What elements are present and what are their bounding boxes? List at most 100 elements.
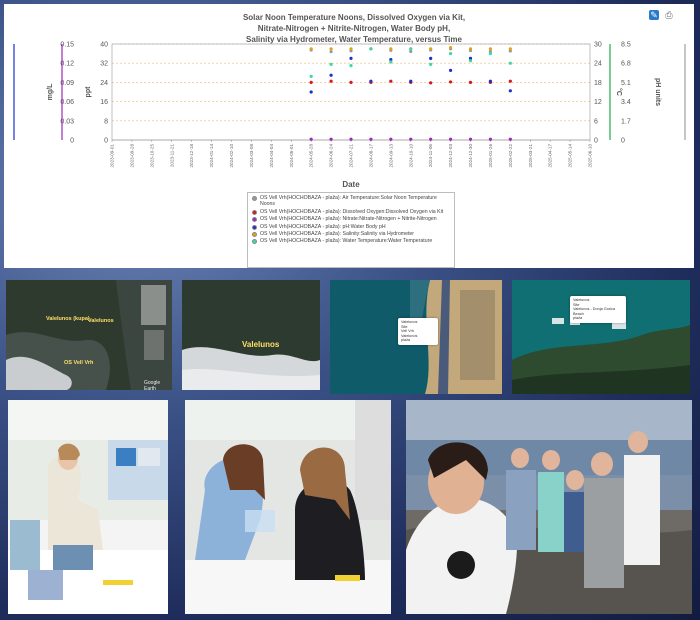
x-tick-label: 2024-12-03 [448,144,453,168]
data-point [448,68,453,72]
x-tick-label: 2024-04-04 [269,144,274,168]
axis-label: mg/L [47,83,54,100]
legend-label: OS Vell Vrh(HOCHOBAZA - plaža): Water Te… [260,238,433,245]
map-satellite-2[interactable]: Valelunos [182,280,320,390]
data-point [448,46,453,50]
legend-marker-icon [252,209,257,215]
x-tick-label: 2024-02-10 [229,144,234,168]
data-point [429,137,433,141]
axis-tick-label: 18 [594,80,602,87]
axis-label: pH units [654,78,661,106]
legend-label: OS Vell Vrh(HOCHOBAZA - plaža): Dissolve… [260,208,444,215]
data-point [389,137,393,141]
data-point [309,137,313,141]
data-point [429,81,433,85]
legend-label: OS Vell Vrh(HOCHOBAZA - plaža): pH:Water… [260,223,386,230]
legend-marker-icon [252,224,257,230]
map-popup[interactable]: Valelunos Site Valelunos - Donja Gorica … [570,296,626,323]
legend-item[interactable]: OS Vell Vrh(HOCHOBAZA - plaža): Air Temp… [252,195,450,208]
axis-tick-label: 24 [100,80,108,87]
map-label: OS Vell Vrh [64,360,94,366]
data-point [429,56,433,61]
x-tick-label: 2024-05-28 [309,144,314,168]
x-tick-label: 2024-01-14 [209,144,214,168]
x-tick-label: 2024-11-06 [428,144,433,168]
data-point [508,47,512,51]
data-point [448,52,453,56]
map-label: Valelunos [88,318,114,324]
data-point [369,47,373,51]
axis-tick-label: 30 [594,42,602,49]
legend-item[interactable]: OS Vell Vrh(HOCHOBAZA - plaža): Water Te… [252,238,450,245]
legend-label: OS Vell Vrh(HOCHOBAZA - plaža): Salinity… [260,231,415,238]
legend-marker-icon [252,217,257,223]
legend-item[interactable]: OS Vell Vrh(HOCHOBAZA - plaža): pH:Water… [252,224,450,230]
data-point [329,47,333,51]
data-point [488,79,493,83]
data-point [429,47,433,51]
map-satellite-4[interactable]: Valelunos Site Valelunos - Donja Gorica … [512,280,690,394]
x-tick-label: 2024-06-24 [329,144,334,168]
axis-tick-label: 0 [621,138,625,145]
legend-marker-icon [252,232,257,238]
data-point [349,137,353,141]
axis-tick-label: 16 [100,99,108,106]
data-point [448,80,453,84]
popup-line: plaža [401,338,411,343]
axis-tick-label: 12 [594,99,602,106]
data-point [309,74,313,78]
x-tick-label: 2024-09-13 [388,144,393,168]
data-point [488,47,493,51]
x-tick-label: 2025-02-22 [508,144,513,168]
data-point [329,73,333,77]
chart-panel: Solar Noon Temperature Noons, Dissolved … [4,4,694,268]
popup-line: Valelunos - Donja Gorica Beach [573,307,615,316]
map-credit: Google Earth [144,380,161,390]
x-tick-label: 2025-03-21 [528,144,533,168]
x-tick-label: 2024-03-08 [249,144,254,168]
data-point [329,137,333,141]
data-point [508,79,512,83]
axis-tick-label: 0 [594,138,598,145]
x-tick-label: 2025-04-17 [548,144,553,168]
axis-tick-label: 40 [100,42,108,49]
x-tick-label: 2024-10-10 [408,144,413,168]
data-point [508,137,512,141]
legend-label: OS Vell Vrh(HOCHOBAZA - plaža): Nitrate:… [260,216,437,223]
x-tick-label: 2023-10-25 [149,144,154,168]
axis-tick-label: 8 [104,118,108,125]
legend-item[interactable]: OS Vell Vrh(HOCHOBAZA - plaža): Salinity… [252,231,450,238]
x-tick-label: 2025-05-14 [568,144,573,168]
data-point [508,61,512,65]
data-point [488,52,493,56]
data-point [429,62,433,66]
x-tick-label: 2025-01-26 [488,144,493,168]
data-point [329,62,333,66]
legend-marker-icon [252,196,257,201]
data-point [329,79,333,83]
x-tick-label: 2024-07-21 [349,144,354,168]
x-tick-label: 2023-12-18 [189,144,194,168]
data-point [329,50,333,54]
axis-tick-label: 0 [70,138,74,145]
photo-beach-group [406,400,692,614]
axis-tick-label: 3.4 [621,99,631,106]
map-satellite-1[interactable]: Valelunos (kupa) Valelunos OS Vell Vrh G… [6,280,172,390]
map-popup[interactable]: Valelunos Site Vell Vrh Valelunos plaža [398,318,438,345]
x-tick-label: 2024-08-17 [368,144,373,168]
legend-item[interactable]: OS Vell Vrh(HOCHOBAZA - plaža): Nitrate:… [252,216,450,223]
legend-marker-icon [252,239,257,245]
axis-tick-label: 8.5 [621,42,631,49]
data-point [369,137,373,141]
popup-line: plaža [573,316,583,321]
map-satellite-3[interactable]: Valelunos Site Vell Vrh Valelunos plaža [330,280,502,394]
data-point [448,137,453,141]
data-point [468,137,473,141]
data-point [389,79,393,83]
data-point [409,47,413,51]
data-point [309,47,313,51]
data-point [508,89,512,93]
axis-tick-label: 0 [104,138,108,145]
axis-tick-label: 32 [100,61,108,68]
legend-item[interactable]: OS Vell Vrh(HOCHOBAZA - plaža): Dissolve… [252,209,450,215]
